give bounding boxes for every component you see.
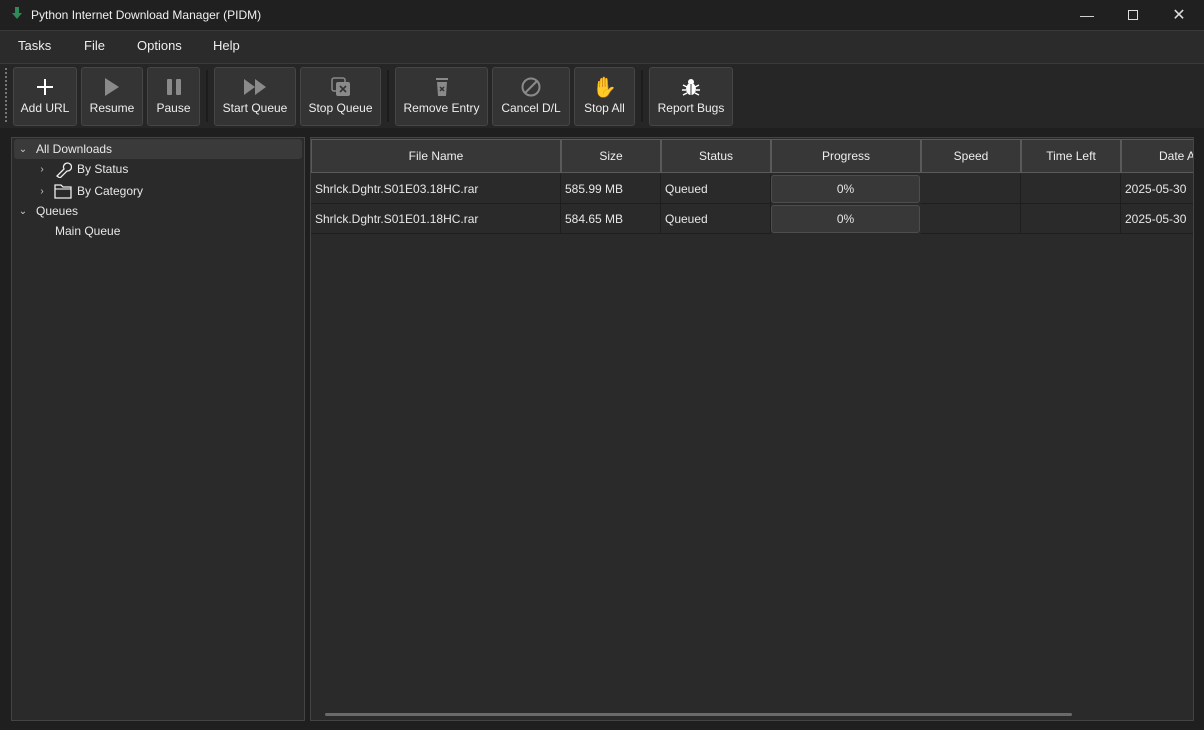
resume-label: Resume: [89, 101, 135, 115]
start-queue-button[interactable]: Start Queue: [214, 67, 296, 126]
stop-all-label: Stop All: [584, 101, 625, 115]
category-tree: ⌄ All Downloads › By Status › By Categor…: [11, 137, 305, 721]
trash-icon: [434, 76, 450, 98]
menu-tasks[interactable]: Tasks: [18, 38, 51, 53]
plus-icon: [36, 76, 54, 98]
tree-item-by-status[interactable]: › By Status: [36, 159, 128, 179]
cell-time-left: [1021, 174, 1121, 204]
cancel-icon: [521, 76, 541, 98]
cell-file-name: Shrlck.Dghtr.S01E01.18HC.rar: [311, 204, 561, 234]
toolbar-separator: [641, 70, 643, 122]
close-icon[interactable]: ✕: [1156, 0, 1202, 30]
cancel-download-label: Cancel D/L: [501, 101, 561, 115]
stop-queue-icon: [330, 76, 351, 98]
maximize-icon[interactable]: [1110, 0, 1156, 30]
chevron-down-icon[interactable]: ⌄: [17, 206, 29, 217]
pause-label: Pause: [156, 101, 191, 115]
cell-speed: [921, 174, 1021, 204]
menu-help[interactable]: Help: [213, 38, 240, 53]
tree-item-main-queue[interactable]: Main Queue: [55, 221, 120, 241]
chevron-right-icon[interactable]: ›: [36, 164, 48, 175]
tree-label: By Category: [77, 184, 144, 198]
report-bugs-label: Report Bugs: [657, 101, 725, 115]
stop-queue-label: Stop Queue: [308, 101, 373, 115]
tree-item-by-category[interactable]: › By Category: [36, 181, 143, 201]
column-header-progress[interactable]: Progress: [771, 139, 921, 173]
cell-size: 584.65 MB: [561, 204, 661, 234]
pause-icon: [166, 76, 182, 98]
toolbar-grip[interactable]: [5, 68, 7, 122]
cell-file-name: Shrlck.Dghtr.S01E03.18HC.rar: [311, 174, 561, 204]
cell-date-added: 2025-05-30: [1121, 174, 1193, 204]
fast-forward-icon: [244, 76, 266, 98]
progress-bar: 0%: [771, 175, 920, 203]
tree-item-all-downloads[interactable]: ⌄ All Downloads: [14, 139, 302, 159]
cell-time-left: [1021, 204, 1121, 234]
tree-label: By Status: [77, 162, 129, 176]
column-header-file-name[interactable]: File Name: [311, 139, 561, 173]
cell-size: 585.99 MB: [561, 174, 661, 204]
add-url-button[interactable]: Add URL: [13, 67, 77, 126]
add-url-label: Add URL: [20, 101, 70, 115]
stop-queue-button[interactable]: Stop Queue: [300, 67, 381, 126]
tree-item-queues[interactable]: ⌄ Queues: [17, 201, 78, 221]
hand-icon: ✋: [592, 76, 617, 99]
tree-label: Queues: [36, 204, 79, 218]
minimize-icon[interactable]: —: [1064, 0, 1110, 30]
cell-status: Queued: [661, 204, 771, 234]
play-icon: [104, 76, 120, 98]
tree-label: All Downloads: [36, 142, 113, 156]
column-header-date-added[interactable]: Date A: [1121, 139, 1193, 173]
cell-date-added: 2025-05-30: [1121, 204, 1193, 234]
horizontal-scrollbar[interactable]: [325, 713, 1072, 716]
report-bugs-button[interactable]: Report Bugs: [649, 67, 733, 126]
bug-icon: [681, 76, 701, 98]
column-header-time-left[interactable]: Time Left: [1021, 139, 1121, 173]
downloads-table: File Name Size Status Progress Speed Tim…: [310, 137, 1194, 721]
menu-file[interactable]: File: [84, 38, 105, 53]
column-header-speed[interactable]: Speed: [921, 139, 1021, 173]
toolbar-separator: [206, 70, 208, 122]
pause-button[interactable]: Pause: [147, 67, 200, 126]
wrench-icon: [55, 162, 72, 178]
cell-speed: [921, 204, 1021, 234]
progress-bar: 0%: [771, 205, 920, 233]
menu-options[interactable]: Options: [137, 38, 182, 53]
chevron-down-icon[interactable]: ⌄: [17, 144, 29, 155]
resume-button[interactable]: Resume: [81, 67, 143, 126]
start-queue-label: Start Queue: [222, 101, 288, 115]
toolbar-separator: [387, 70, 389, 122]
cancel-download-button[interactable]: Cancel D/L: [492, 67, 570, 126]
chevron-right-icon[interactable]: ›: [36, 186, 48, 197]
column-header-size[interactable]: Size: [561, 139, 661, 173]
window-title: Python Internet Download Manager (PIDM): [31, 8, 262, 22]
remove-entry-label: Remove Entry: [403, 101, 480, 115]
stop-all-button[interactable]: ✋ Stop All: [574, 67, 635, 126]
column-header-status[interactable]: Status: [661, 139, 771, 173]
remove-entry-button[interactable]: Remove Entry: [395, 67, 488, 126]
app-icon: [12, 7, 22, 19]
cell-status: Queued: [661, 174, 771, 204]
tree-label: Main Queue: [55, 224, 121, 238]
folder-icon: [54, 184, 72, 199]
